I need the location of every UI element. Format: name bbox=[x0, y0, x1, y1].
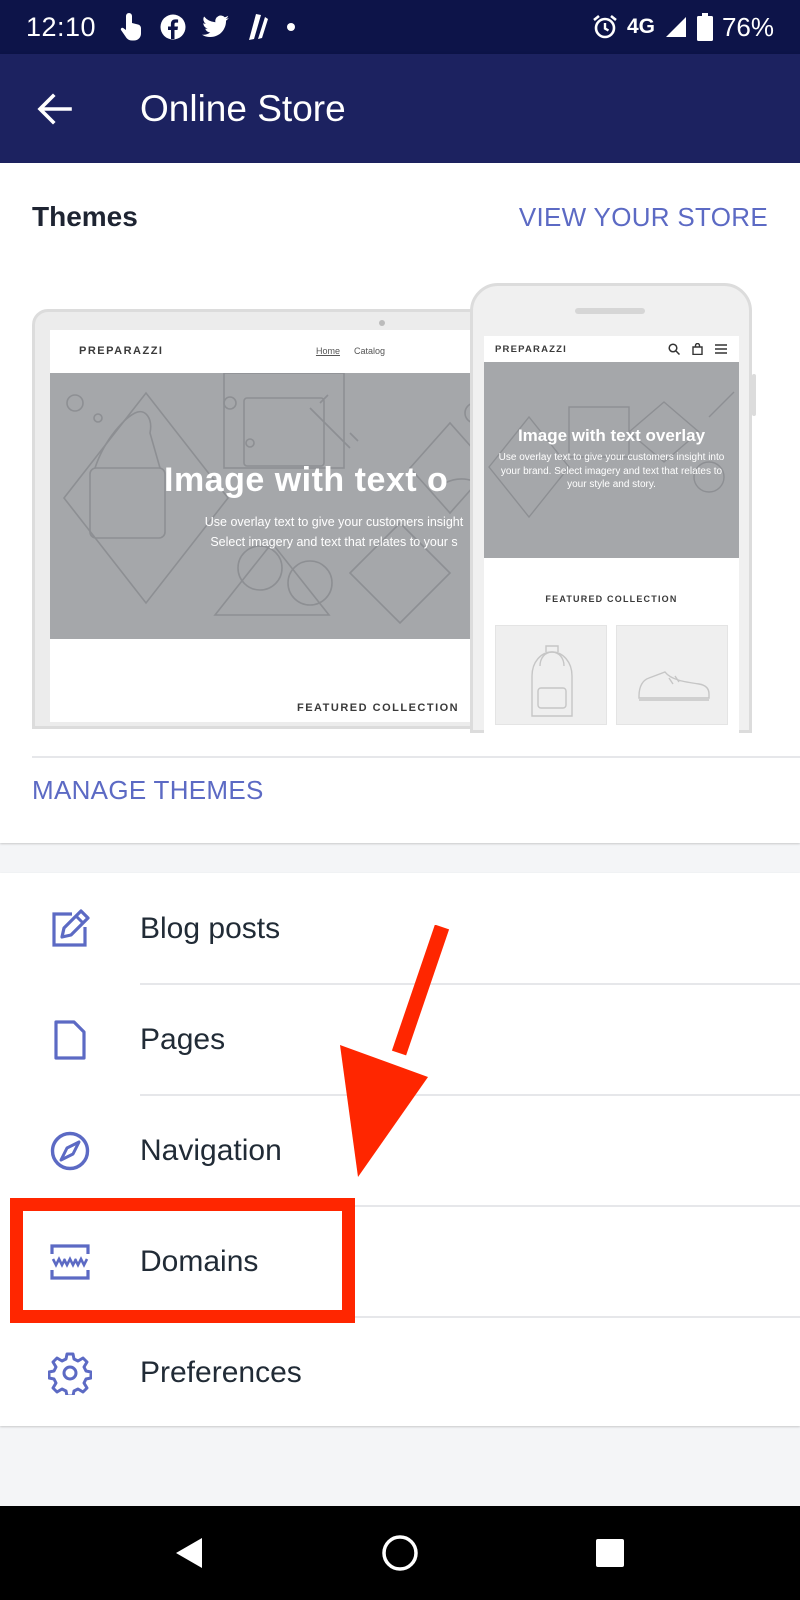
battery-icon bbox=[696, 13, 713, 41]
backpack-icon bbox=[531, 645, 573, 717]
twitter-icon bbox=[202, 15, 230, 38]
mobile-featured-collection: FEATURED COLLECTION bbox=[545, 594, 678, 604]
themes-divider bbox=[32, 756, 800, 758]
back-button[interactable] bbox=[24, 79, 84, 139]
view-store-link[interactable]: VIEW YOUR STORE bbox=[519, 202, 768, 233]
status-notification-icons bbox=[118, 12, 296, 42]
menu-item-navigation[interactable]: Navigation bbox=[0, 1095, 800, 1206]
search-icon bbox=[668, 343, 680, 355]
status-bar: 12:10 4G 76% bbox=[0, 0, 800, 54]
notification-icon bbox=[249, 14, 269, 40]
menu-item-label: Blog posts bbox=[140, 911, 281, 945]
themes-header: Themes VIEW YOUR STORE bbox=[32, 195, 768, 239]
menu-item-label: Navigation bbox=[140, 1133, 282, 1167]
nav-back-button[interactable] bbox=[160, 1523, 220, 1583]
desktop-hero-line-1: Use overlay text to give your customers … bbox=[204, 515, 464, 529]
desktop-hero-title: Image with text o bbox=[164, 461, 449, 499]
home-circle-icon bbox=[382, 1535, 418, 1571]
desktop-hero-line-2: Select imagery and text that relates to … bbox=[210, 535, 458, 549]
menu-item-pages[interactable]: Pages bbox=[0, 984, 800, 1095]
mobile-preview-hero: Image with text overlay Use overlay text… bbox=[484, 362, 739, 558]
system-nav-bar bbox=[0, 1506, 800, 1600]
compass-icon bbox=[48, 1129, 92, 1173]
online-store-menu: Blog posts Pages Navigation Domains Pref… bbox=[0, 873, 800, 1426]
mobile-preview: PREPARAZZI Image with text overlay Use o… bbox=[470, 283, 756, 736]
mobile-preview-header: PREPARAZZI bbox=[484, 336, 739, 362]
mobile-hero-subtitle: Use overlay text to give your customers … bbox=[498, 452, 725, 490]
desktop-featured-collection: FEATURED COLLECTION bbox=[297, 702, 460, 714]
recents-square-icon bbox=[596, 1539, 624, 1567]
signal-icon bbox=[665, 17, 686, 37]
touch-icon bbox=[120, 13, 142, 41]
product-thumbnail-backpack bbox=[495, 625, 607, 725]
desktop-preview-header: PREPARAZZI Home Catalog bbox=[50, 330, 505, 372]
phone-side-button bbox=[752, 374, 756, 416]
menu-item-label: Pages bbox=[140, 1022, 226, 1056]
desktop-preview-screen: PREPARAZZI Home Catalog Image with text … bbox=[50, 330, 505, 722]
theme-preview[interactable]: PREPARAZZI Home Catalog Image with text … bbox=[32, 283, 768, 843]
mobile-hero-title: Image with text overlay bbox=[517, 426, 706, 445]
bag-icon bbox=[692, 343, 703, 355]
gear-icon bbox=[48, 1351, 92, 1395]
status-system-icons: 4G 76% bbox=[592, 12, 774, 43]
mobile-preview-screen: PREPARAZZI Image with text overlay Use o… bbox=[484, 336, 739, 736]
sneaker-icon bbox=[638, 671, 710, 701]
themes-card: Themes VIEW YOUR STORE PREPARAZZI Home C… bbox=[0, 163, 800, 843]
menu-icon bbox=[715, 344, 727, 354]
status-time: 12:10 bbox=[26, 11, 97, 42]
themes-title: Themes bbox=[32, 201, 138, 232]
product-thumbnail-shoe bbox=[616, 625, 728, 725]
battery-percent: 76% bbox=[721, 11, 774, 42]
desktop-preview: PREPARAZZI Home Catalog Image with text … bbox=[32, 309, 505, 729]
facebook-icon bbox=[160, 14, 186, 40]
dot-icon bbox=[287, 23, 296, 31]
mobile-preview-header-icons bbox=[668, 343, 727, 355]
preview-nav-links: Home Catalog bbox=[316, 346, 385, 356]
app-bar: Online Store bbox=[0, 54, 800, 163]
domain-icon bbox=[48, 1240, 92, 1284]
nav-recents-button[interactable] bbox=[580, 1523, 640, 1583]
desktop-hero-subtitle: Use overlay text to give your customers … bbox=[164, 512, 504, 552]
preview-nav-catalog: Catalog bbox=[353, 346, 385, 356]
page-title: Online Store bbox=[140, 87, 346, 129]
menu-item-domains[interactable]: Domains bbox=[0, 1206, 800, 1317]
menu-item-label: Preferences bbox=[140, 1355, 302, 1389]
back-triangle-icon bbox=[176, 1538, 202, 1568]
phone-speaker bbox=[575, 308, 645, 314]
page-icon bbox=[48, 1018, 92, 1062]
nav-home-button[interactable] bbox=[370, 1523, 430, 1583]
arrow-left-icon bbox=[37, 92, 72, 125]
alarm-icon bbox=[593, 14, 617, 39]
hero-line-art bbox=[62, 373, 496, 625]
laptop-camera bbox=[379, 320, 385, 326]
mobile-preview-brand: PREPARAZZI bbox=[495, 343, 567, 355]
manage-themes-link[interactable]: MANAGE THEMES bbox=[32, 775, 264, 806]
menu-item-blog-posts[interactable]: Blog posts bbox=[0, 873, 800, 984]
preview-brand: PREPARAZZI bbox=[79, 345, 164, 357]
desktop-preview-hero: Image with text o Use overlay text to gi… bbox=[50, 373, 505, 639]
menu-item-preferences[interactable]: Preferences bbox=[0, 1317, 800, 1428]
edit-icon bbox=[48, 907, 92, 951]
network-type: 4G bbox=[626, 15, 655, 38]
preview-nav-home: Home bbox=[315, 346, 340, 356]
menu-item-label: Domains bbox=[140, 1244, 259, 1278]
